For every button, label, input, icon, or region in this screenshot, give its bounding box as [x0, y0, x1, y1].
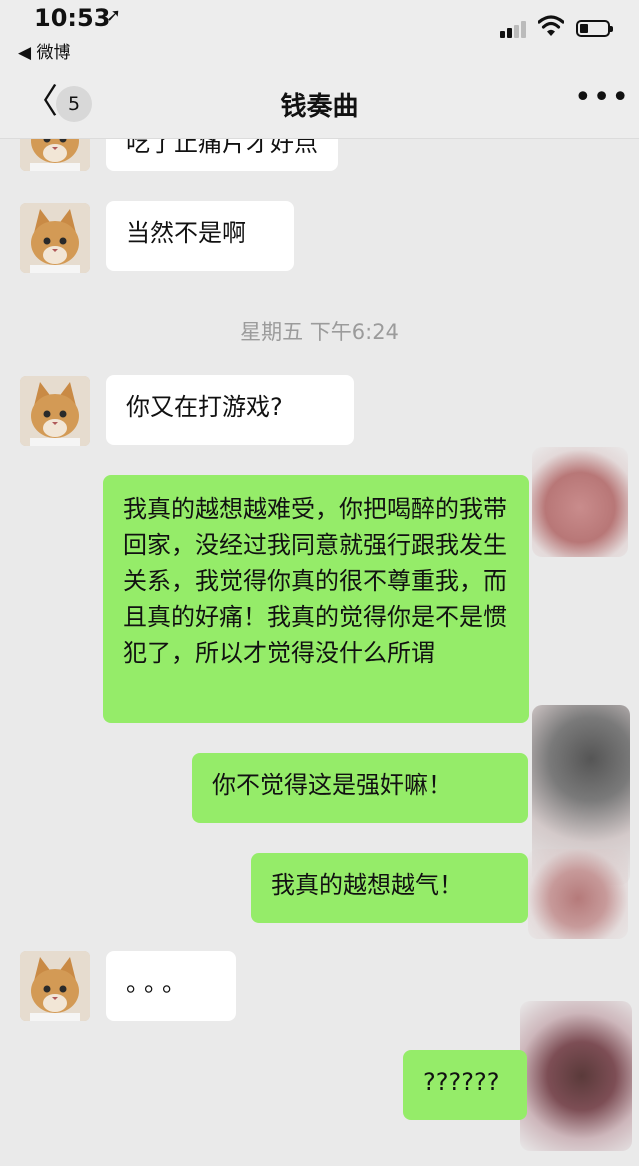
- message-bubble-outgoing[interactable]: 我真的越想越气！: [251, 853, 528, 923]
- user-avatar[interactable]: [532, 447, 628, 557]
- status-bar: 10:53 ➚ ◀ 微博: [0, 0, 639, 72]
- message-bubble-incoming[interactable]: 当然不是啊: [106, 201, 294, 271]
- message-bubble-outgoing[interactable]: 你不觉得这是强奸嘛！: [192, 753, 528, 823]
- contact-avatar[interactable]: [20, 203, 90, 273]
- user-avatar[interactable]: [520, 1001, 632, 1151]
- message-bubble-incoming[interactable]: 吃了止痛片才好点: [106, 139, 338, 171]
- back-to-app-link[interactable]: ◀ 微博: [18, 38, 70, 63]
- user-avatar[interactable]: [528, 849, 628, 939]
- chat-header: 〈 5 钱奏曲 •••: [0, 72, 639, 139]
- contact-avatar[interactable]: [20, 951, 90, 1021]
- message-bubble-outgoing[interactable]: ??????: [403, 1050, 527, 1120]
- contact-avatar[interactable]: [20, 139, 90, 171]
- message-bubble-incoming[interactable]: 你又在打游戏?: [106, 375, 354, 445]
- message-list[interactable]: 吃了止痛片才好点 当然不是啊 星期五 下午6:24 你又在打游戏? 我真的越想越…: [0, 139, 639, 1166]
- message-timestamp: 星期五 下午6:24: [240, 320, 399, 344]
- contact-avatar[interactable]: [20, 376, 90, 446]
- wifi-icon: [538, 15, 564, 36]
- cat-avatar-icon: [20, 951, 90, 1021]
- battery-level: [580, 24, 588, 33]
- more-dots-icon[interactable]: •••: [574, 80, 630, 115]
- status-time: 10:53: [34, 4, 111, 32]
- battery-icon: [576, 20, 613, 37]
- signal-icon: [500, 20, 530, 38]
- cat-avatar-icon: [20, 203, 90, 273]
- location-arrow-icon: ➚: [106, 5, 122, 26]
- chat-title: 钱奏曲: [280, 92, 359, 122]
- message-bubble-incoming[interactable]: 。。。: [106, 951, 236, 1021]
- cat-avatar-icon: [20, 376, 90, 446]
- message-bubble-outgoing[interactable]: 我真的越想越难受，你把喝醉的我带回家，没经过我同意就强行跟我发生关系，我觉得你真…: [103, 475, 529, 723]
- cat-avatar-icon: [20, 139, 90, 171]
